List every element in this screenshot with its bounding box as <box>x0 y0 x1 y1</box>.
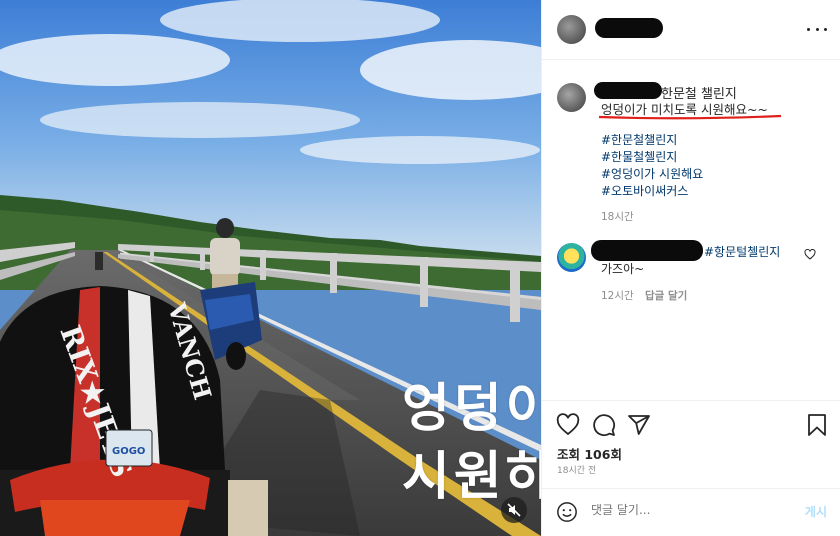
hashtag-link[interactable]: #한문철챌린지 <box>601 132 703 149</box>
comment-like-heart-icon[interactable] <box>804 249 816 260</box>
avatar[interactable] <box>557 15 586 44</box>
caption-time: 18시간 <box>601 211 634 223</box>
redacted-username <box>595 18 663 38</box>
comment-bar: 게시 <box>542 488 840 536</box>
view-count[interactable]: 조회 106회 <box>557 444 622 463</box>
post-side-panel: 한문철 챌린지 엉덩이가 미치도록 시원해요~~ #한문철챌린지 #한물철첼린지… <box>541 0 840 536</box>
video-overlay-text-1: 엉덩이 <box>402 379 541 439</box>
commenter-avatar[interactable] <box>557 243 586 272</box>
reply-button[interactable]: 답글 달기 <box>645 288 687 303</box>
caption-avatar[interactable] <box>557 83 586 112</box>
posted-time: 18시간 전 <box>557 466 597 476</box>
hashtag-link[interactable]: #오토바이써커스 <box>601 183 703 200</box>
post-comment-button[interactable]: 게시 <box>805 503 827 520</box>
instagram-post-view: RIX★JETS VANCH GOGO 엉덩이 시원하 한문철 챌린지 엉덩이가… <box>0 0 840 536</box>
post-header <box>542 0 840 60</box>
caption-hashtags: #한문철챌린지 #한물철첼린지 #엉덩이가 시원해요 #오토바이써커스 <box>601 132 703 200</box>
redacted-caption-username <box>594 82 662 99</box>
hashtag-link[interactable]: #한물철첼린지 <box>601 149 703 166</box>
mute-button[interactable] <box>501 497 527 523</box>
redacted-commenter-username <box>591 240 703 261</box>
emoji-icon[interactable] <box>556 501 578 523</box>
more-horizontal-icon[interactable] <box>807 21 827 37</box>
share-icon[interactable] <box>627 413 651 437</box>
bookmark-icon[interactable] <box>806 413 828 437</box>
heart-icon[interactable] <box>556 413 580 437</box>
comment-input[interactable] <box>591 503 791 517</box>
comment-text: 가즈아~ <box>601 262 645 276</box>
comment-time: 12시간 <box>601 290 634 302</box>
comment-hashtag[interactable]: #항문털첼린지 <box>704 243 780 260</box>
comment-icon[interactable] <box>592 413 616 437</box>
post-video[interactable]: RIX★JETS VANCH GOGO 엉덩이 시원하 <box>0 0 541 536</box>
helmet-sticker: GOGO <box>112 446 145 457</box>
speaker-muted-icon <box>507 503 521 517</box>
hashtag-link[interactable]: #엉덩이가 시원해요 <box>601 166 703 183</box>
red-underline-mark <box>598 114 782 120</box>
